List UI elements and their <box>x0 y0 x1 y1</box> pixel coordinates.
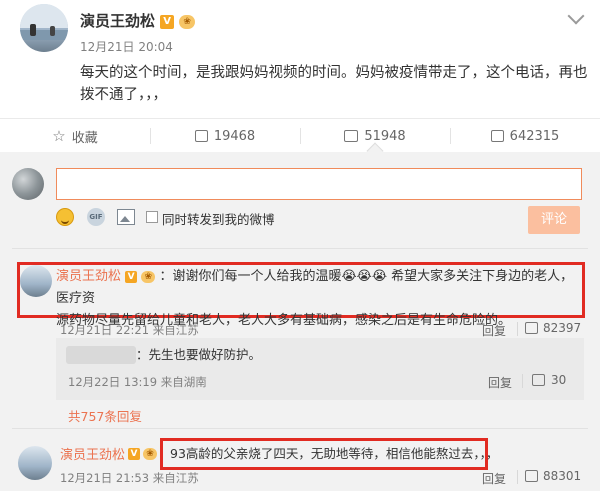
comment-like-count: 88301 <box>543 469 582 483</box>
commenter-header: 演员王劲松 V ❀ <box>60 444 158 463</box>
divider <box>12 248 588 249</box>
repost-count: 19468 <box>213 128 256 144</box>
forward-label: 同时转发到我的微博 <box>162 212 275 227</box>
comment-icon <box>344 130 359 142</box>
star-icon: ☆ <box>52 127 66 145</box>
divider <box>12 428 588 429</box>
post-text-line: 拨不通了，，， <box>80 87 167 103</box>
commenter-avatar[interactable] <box>18 446 52 480</box>
comment-time: 12月21日 22:21 来自江苏 <box>60 323 199 337</box>
divider <box>517 322 518 336</box>
chevron-down-icon[interactable] <box>567 7 585 25</box>
sub-reply-like-count: 30 <box>551 373 567 387</box>
post-text-line: 每天的这个时间，是我跟妈妈视频的时间。妈妈被疫情带走了，这个电话，再也 <box>80 65 588 81</box>
commenter-name[interactable]: 演员王劲松 <box>56 269 121 284</box>
sub-reply-time: 12月22日 13:19 来自湖南 <box>68 375 207 389</box>
thumbs-up-icon <box>525 322 538 334</box>
verified-icon: V <box>128 447 141 460</box>
favorite-button[interactable]: ☆ 收藏 <box>0 119 150 153</box>
verified-icon: V <box>125 270 138 283</box>
current-user-avatar <box>12 168 44 200</box>
post-author: 演员王劲松 V ❀ <box>80 10 196 31</box>
gif-icon[interactable]: GIF <box>87 208 105 226</box>
reply-button[interactable]: 回复 <box>482 470 506 487</box>
forward-checkbox[interactable] <box>146 211 158 223</box>
thumbs-up-icon <box>490 130 504 142</box>
emoji-icon[interactable] <box>56 208 74 226</box>
favorite-label: 收藏 <box>71 130 98 146</box>
sub-reply-like-button[interactable]: 30 <box>532 373 566 387</box>
thumbs-up-icon <box>532 374 545 386</box>
comment-like-button[interactable]: 82397 <box>525 321 581 335</box>
comment-input[interactable] <box>56 168 582 200</box>
commenter-avatar[interactable] <box>20 265 52 297</box>
image-icon[interactable] <box>117 209 135 225</box>
post-time[interactable]: 12月21日 20:04 <box>80 38 173 55</box>
comment-count: 51948 <box>364 128 406 144</box>
comment-line-1: 演员王劲松 V ❀ ：谢谢你们每一个人给我的温暖😭😭😭 希望大家多关注下身边的老… <box>56 266 582 310</box>
comment-text: 93高龄的父亲烧了四天，无助地等待，相信他能熬过去，，， <box>170 446 499 461</box>
like-count: 642315 <box>509 128 560 144</box>
author-name[interactable]: 演员王劲松 <box>80 12 155 30</box>
like-button[interactable]: 642315 <box>450 119 600 153</box>
verified-icon: V <box>160 14 175 29</box>
comment-like-button[interactable]: 88301 <box>525 469 581 483</box>
member-crown-icon: ❀ <box>179 14 196 29</box>
blurred-username <box>66 346 136 364</box>
comment-like-count: 82397 <box>543 321 582 335</box>
submit-comment-button[interactable]: 评论 <box>528 206 580 234</box>
member-crown-icon: ❀ <box>143 447 158 460</box>
more-replies-link[interactable]: 共757条回复 <box>68 406 142 425</box>
commenter-name[interactable]: 演员王劲松 <box>60 444 125 463</box>
repost-icon <box>194 130 208 142</box>
sub-reply-text: ：先生也要做好防护。 <box>136 347 262 362</box>
repost-button[interactable]: 19468 <box>150 119 300 153</box>
author-avatar[interactable] <box>20 4 68 52</box>
reply-button[interactable]: 回复 <box>482 322 506 339</box>
member-crown-icon: ❀ <box>141 270 156 283</box>
thumbs-up-icon <box>525 470 538 482</box>
post-action-bar: ☆ 收藏 19468 51948 642315 <box>0 118 600 152</box>
divider <box>522 374 523 388</box>
sub-reply-button[interactable]: 回复 <box>488 374 512 391</box>
comment-time: 12月21日 21:53 来自江苏 <box>60 471 199 485</box>
divider <box>517 470 518 484</box>
post-body: 每天的这个时间，是我跟妈妈视频的时间。妈妈被疫情带走了，这个电话，再也 拨不通了… <box>80 62 590 106</box>
